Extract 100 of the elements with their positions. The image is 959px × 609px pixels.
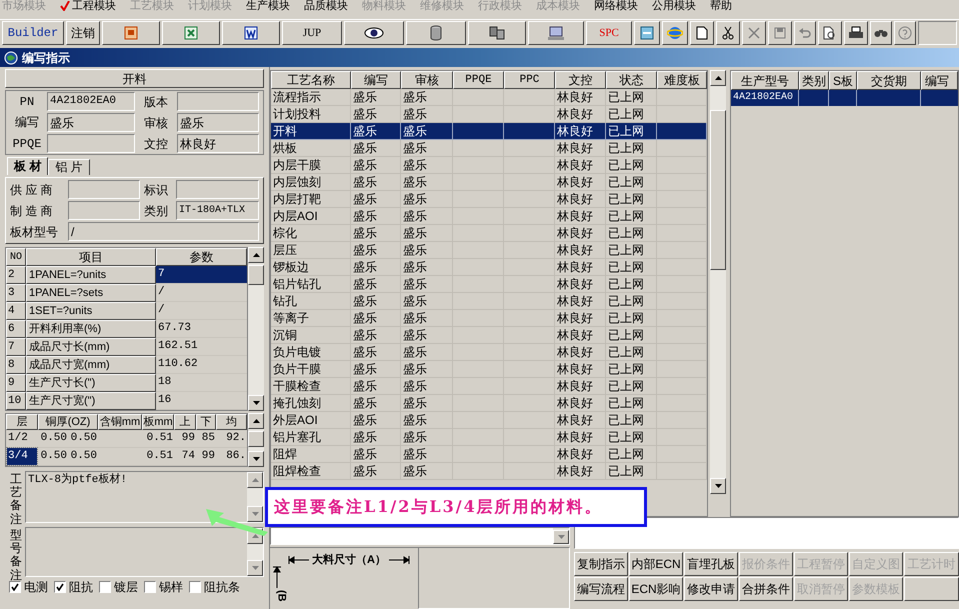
column-header[interactable]: 上 (174, 414, 196, 430)
scroll-up-button[interactable] (248, 247, 264, 263)
column-header[interactable]: PPQE (453, 71, 504, 89)
table-cell[interactable]: 1/2 (7, 430, 37, 447)
column-header[interactable]: 工艺名称 (271, 71, 351, 89)
scrollbar[interactable] (248, 247, 264, 411)
table-row[interactable]: 负片干膜 盛乐 盛乐 林良好 已上网 (271, 361, 707, 378)
table-cell[interactable]: 16 (156, 392, 247, 410)
table-row[interactable]: 外层AOI 盛乐 盛乐 林良好 已上网 (271, 412, 707, 429)
input-field[interactable]: IT-180A+TLX (176, 201, 259, 220)
table-row[interactable]: 等离子 盛乐 盛乐 林良好 已上网 (271, 310, 707, 327)
builder-button[interactable]: Builder (2, 21, 64, 45)
scroll-up-button[interactable] (248, 413, 264, 429)
scrollbar-thumb[interactable] (248, 265, 264, 285)
action-button[interactable]: 盲埋孔板 (684, 552, 738, 576)
browser-button[interactable] (662, 21, 688, 45)
column-header[interactable]: 状态 (606, 71, 657, 89)
input-field[interactable] (176, 180, 259, 199)
column-header[interactable]: 下 (196, 414, 216, 430)
delete-button[interactable] (742, 21, 766, 45)
note-field[interactable] (25, 527, 264, 577)
scrollbar-thumb[interactable] (710, 110, 726, 270)
scroll-down-button[interactable] (710, 478, 726, 494)
table-cell[interactable]: 162.51 (156, 338, 247, 356)
menu-item[interactable]: 公用模块 (652, 0, 696, 12)
input-field[interactable]: 盛乐 (177, 113, 259, 132)
table-row[interactable]: 阻焊检查 盛乐 盛乐 林良好 已上网 (271, 463, 707, 480)
table-row[interactable]: 掩孔蚀刻 盛乐 盛乐 林良好 已上网 (271, 395, 707, 412)
column-header[interactable]: 编写 (921, 71, 958, 90)
checkbox[interactable]: 阻抗条 (189, 578, 240, 596)
table-cell[interactable]: 3/4 (7, 448, 37, 465)
eye-button[interactable] (344, 21, 404, 45)
input-field[interactable]: 林良好 (177, 134, 259, 153)
find-button[interactable] (870, 21, 892, 45)
menu-item[interactable]: 网络模块 (594, 0, 638, 12)
column-header[interactable]: 参数 (156, 248, 247, 266)
table-row[interactable]: 锣板边 盛乐 盛乐 林良好 已上网 (271, 259, 707, 276)
table-row[interactable]: 4A21802EA0 (731, 90, 958, 106)
computer-button[interactable] (528, 21, 584, 45)
table-cell[interactable]: / (156, 302, 247, 320)
action-button[interactable]: 编写流程 (574, 577, 628, 601)
tab[interactable]: 铝 片 (48, 159, 90, 175)
servers-button[interactable] (468, 21, 526, 45)
input-field[interactable] (177, 92, 259, 111)
input-field[interactable] (68, 201, 140, 220)
column-header[interactable]: 文控 (555, 71, 606, 89)
table-row[interactable]: 沉铜 盛乐 盛乐 林良好 已上网 (271, 327, 707, 344)
toolbar-field[interactable] (918, 21, 957, 45)
menu-item[interactable]: 品质模块 (304, 0, 348, 12)
column-header[interactable]: NO (6, 248, 26, 266)
table-cell[interactable]: / (156, 284, 247, 302)
table-cell[interactable]: 7 (156, 266, 247, 284)
table-row[interactable]: 钻孔 盛乐 盛乐 林良好 已上网 (271, 293, 707, 310)
action-button[interactable]: ECN影响 (629, 577, 683, 601)
table-row[interactable]: 阻焊 盛乐 盛乐 林良好 已上网 (271, 446, 707, 463)
scroll-down-button[interactable] (248, 451, 264, 467)
tab[interactable]: 板 材 (7, 157, 48, 175)
new-button[interactable] (690, 21, 714, 45)
database-button[interactable] (406, 21, 466, 45)
table-row[interactable]: 烘板 盛乐 盛乐 林良好 已上网 (271, 140, 707, 157)
table-row[interactable]: 流程指示 盛乐 盛乐 林良好 已上网 (271, 89, 707, 106)
menu-item[interactable]: 帮助 (710, 0, 732, 12)
column-header[interactable]: S板 (829, 71, 857, 90)
column-header[interactable]: 含铜mm (98, 414, 142, 430)
print-button[interactable] (844, 21, 868, 45)
table-cell[interactable]: 110.62 (156, 356, 247, 374)
menu-item[interactable]: 工程模块 (60, 0, 116, 12)
input-field[interactable]: / (68, 222, 259, 241)
table-row[interactable]: 铝片塞孔 盛乐 盛乐 林良好 已上网 (271, 429, 707, 446)
scrollbar[interactable] (710, 70, 726, 494)
column-header[interactable]: 交货期 (857, 71, 921, 90)
undo-button[interactable] (794, 21, 816, 45)
column-header[interactable]: 生产型号 (731, 71, 799, 90)
table-row[interactable]: 计划投料 盛乐 盛乐 林良好 已上网 (271, 106, 707, 123)
action-button[interactable]: 复制指示 (574, 552, 628, 576)
input-field[interactable]: 4A21802EA0 (47, 92, 135, 111)
table-row[interactable]: 负片电镀 盛乐 盛乐 林良好 已上网 (271, 344, 707, 361)
spreadsheet-button[interactable] (162, 21, 220, 45)
column-header[interactable]: 层 (6, 414, 38, 430)
column-header[interactable]: 编写 (351, 71, 401, 89)
checkbox[interactable]: 阻抗 (54, 578, 93, 596)
input-field[interactable] (47, 134, 135, 153)
action-button[interactable]: 合拼条件 (739, 577, 793, 601)
checkbox[interactable]: 锡样 (144, 578, 183, 596)
column-header[interactable]: 板mm (142, 414, 174, 430)
table-cell[interactable]: 18 (156, 374, 247, 392)
scroll-down-button[interactable] (248, 395, 264, 411)
scroll-up-button[interactable] (710, 70, 726, 86)
column-header[interactable]: 均 (216, 414, 247, 430)
column-header[interactable]: 类别 (799, 71, 829, 90)
column-header[interactable]: 项目 (26, 248, 156, 266)
column-header[interactable]: 难度板 (657, 71, 707, 89)
presentation-button[interactable] (102, 21, 160, 45)
table-row[interactable]: 棕化 盛乐 盛乐 林良好 已上网 (271, 225, 707, 242)
input-field[interactable] (68, 180, 140, 199)
column-header[interactable]: PPC (504, 71, 555, 89)
action-button[interactable]: 修改申请 (684, 577, 738, 601)
table-row[interactable]: 开料 盛乐 盛乐 林良好 已上网 (271, 123, 707, 140)
jup-button[interactable]: JUP (282, 21, 342, 45)
column-header[interactable]: 铜厚(OZ) (38, 414, 98, 430)
